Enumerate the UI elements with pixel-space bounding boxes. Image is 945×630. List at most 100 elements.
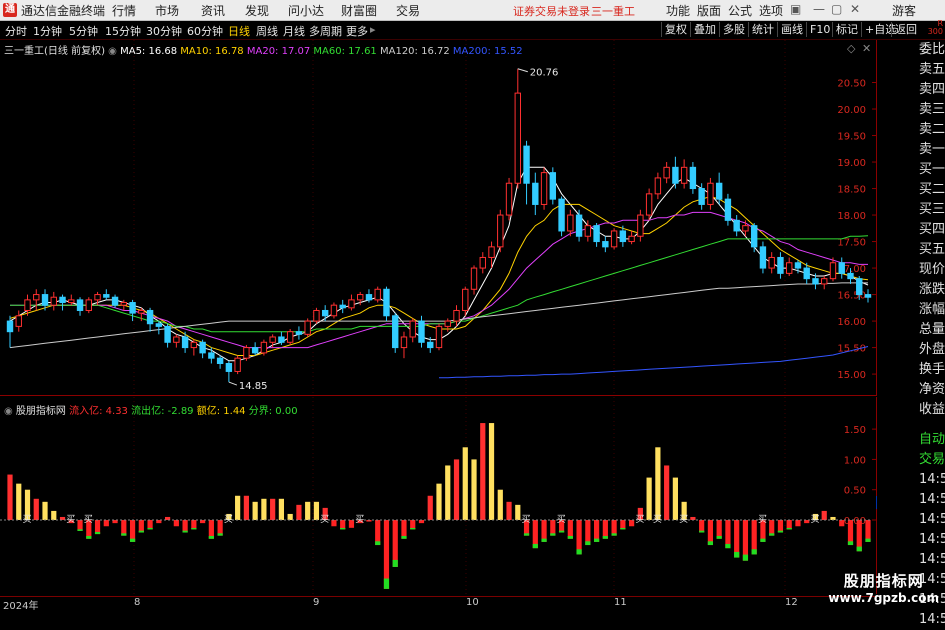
candlestick-chart[interactable]: 20.5020.0019.5019.0018.5018.0017.5017.00… — [0, 40, 877, 396]
flow-bar — [278, 498, 285, 520]
tab-more[interactable]: 更多 — [346, 23, 368, 39]
candle-body — [216, 357, 224, 364]
mark-button[interactable]: 标记 — [832, 22, 861, 37]
tab-60min[interactable]: 60分钟 — [187, 23, 223, 39]
menu-zixun[interactable]: 资讯 — [201, 2, 225, 19]
candle-body — [286, 331, 294, 343]
candle-body — [190, 341, 198, 349]
tab-5min[interactable]: 5分钟 — [69, 23, 98, 39]
side-panel-item: 买二 — [919, 182, 945, 197]
tab-weekly[interactable]: 周线 — [256, 23, 278, 39]
flow-bar — [42, 501, 48, 520]
tab-15min[interactable]: 15分钟 — [105, 23, 141, 39]
overlay-button[interactable]: 叠加 — [690, 22, 719, 37]
side-panel-item: 现价 — [919, 262, 945, 277]
y-tick-label: 20.50 — [837, 79, 866, 90]
tab-monthly[interactable]: 月线 — [283, 23, 305, 39]
side-panel-item[interactable]: 14:56 — [919, 530, 945, 550]
outflow-bar — [558, 530, 565, 533]
tab-multi-period[interactable]: 多周期 — [309, 23, 342, 39]
menu-hangqing[interactable]: 行情 — [112, 2, 136, 19]
tab-more-chevron-icon[interactable]: ▸ — [370, 23, 376, 36]
restore-icon[interactable]: ▢ — [831, 2, 842, 16]
menu-wenxiaoda[interactable]: 问小达 — [288, 2, 324, 19]
main-legend: 三一重工(日线 前复权) ◉ MA5: 16.68 MA10: 16.78 MA… — [4, 42, 523, 57]
candle-body — [234, 357, 241, 372]
draw-line-button[interactable]: 画线 — [777, 22, 806, 37]
ma-line-ma200 — [439, 346, 869, 379]
menu-gongneng[interactable]: 功能 — [666, 2, 690, 19]
multi-stock-button[interactable]: 多股 — [719, 22, 748, 37]
candle-body — [68, 299, 75, 304]
flow-bar — [331, 520, 337, 527]
menu-xuanxiang[interactable]: 选项 — [759, 2, 783, 19]
side-panel-item: 卖一 — [919, 142, 945, 157]
signal-tag: 买 — [653, 514, 662, 525]
candle-body — [812, 278, 819, 285]
candle-body — [260, 341, 268, 354]
candle-body — [392, 315, 399, 349]
trade-login-notice[interactable]: 证券交易未登录 — [513, 3, 590, 19]
panel-expand-icon[interactable]: ◇ — [847, 42, 855, 55]
period-tab-bar: 分时 1分钟 5分钟 15分钟 30分钟 60分钟 日线 周线 月线 多周期 更… — [0, 21, 945, 40]
tab-30min[interactable]: 30分钟 — [146, 23, 182, 39]
candle-body — [847, 272, 854, 280]
candle-body — [418, 320, 425, 343]
ma10-label: MA10: 16.78 — [180, 46, 244, 57]
side-panel-item[interactable]: 14:56 — [919, 510, 945, 530]
outflow-bar — [138, 530, 144, 533]
side-panel-item[interactable]: 自动 — [919, 430, 945, 450]
fuquan-button[interactable]: 复权 — [661, 22, 690, 37]
signal-tag: 买 — [679, 514, 688, 525]
indicator-toggle-icon[interactable]: ◉ — [4, 406, 13, 417]
flow-bar — [839, 520, 845, 527]
panel-close-icon[interactable]: ✕ — [862, 42, 871, 55]
side-panel-item[interactable]: 14:56 — [919, 470, 945, 490]
candle-body — [243, 347, 250, 359]
minimize-icon[interactable]: — — [813, 2, 825, 16]
side-panel-item: 卖五 — [919, 62, 945, 77]
candle-body — [304, 320, 311, 335]
tab-fenshi[interactable]: 分时 — [5, 23, 27, 39]
flow-bar — [103, 520, 109, 527]
side-panel-item[interactable]: 14:56 — [919, 550, 945, 570]
side-panel-item: 净资 — [919, 382, 945, 397]
menu-gongshi[interactable]: 公式 — [728, 2, 752, 19]
tab-daily[interactable]: 日线 — [228, 23, 250, 39]
side-panel-item[interactable]: 14:56 — [919, 490, 945, 510]
tab-1min[interactable]: 1分钟 — [33, 23, 62, 39]
fund-flow-indicator-chart[interactable]: 1.501.000.500.00买买买买买买买买买买买买买0.28 — [0, 397, 877, 594]
side-panel-item[interactable]: 交易 — [919, 450, 945, 470]
guest-label[interactable]: 游客 — [892, 2, 916, 19]
stats-button[interactable]: 统计 — [748, 22, 777, 37]
back-button[interactable]: 返回 — [891, 22, 920, 37]
y-tick-label: 20.00 — [837, 105, 866, 116]
candle-body — [514, 92, 521, 184]
menu-banmian[interactable]: 版面 — [697, 2, 721, 19]
ind-y-tick-label: 1.00 — [844, 455, 866, 466]
close-icon[interactable]: ✕ — [850, 2, 860, 16]
candle-body — [462, 288, 469, 311]
flow-bar — [16, 483, 22, 520]
ma120-label: MA120: 16.72 — [379, 46, 450, 57]
ma60-label: MA60: 17.61 — [313, 46, 377, 57]
legend-toggle-icon[interactable]: ◉ — [108, 46, 117, 57]
candle-body — [453, 309, 460, 322]
menu-faxian[interactable]: 发现 — [245, 2, 269, 19]
f10-button[interactable]: F10 — [806, 22, 833, 37]
candle-body — [663, 166, 670, 179]
candle-body — [523, 145, 530, 184]
flow-bar — [611, 520, 617, 536]
signal-tag: 买 — [557, 514, 566, 525]
flow-bar — [672, 477, 678, 520]
side-panel-item[interactable]: 14:56 — [919, 610, 945, 630]
flow-bar — [445, 465, 451, 520]
candle-body — [120, 302, 128, 306]
user-icon[interactable]: ▣ — [790, 2, 801, 16]
menu-jiaoyi[interactable]: 交易 — [396, 2, 420, 19]
flow-bar — [33, 498, 39, 520]
menu-shichang[interactable]: 市场 — [155, 2, 179, 19]
menu-caifuquan[interactable]: 财富圈 — [341, 2, 377, 19]
candle-body — [838, 262, 845, 274]
candle-body — [637, 214, 644, 237]
